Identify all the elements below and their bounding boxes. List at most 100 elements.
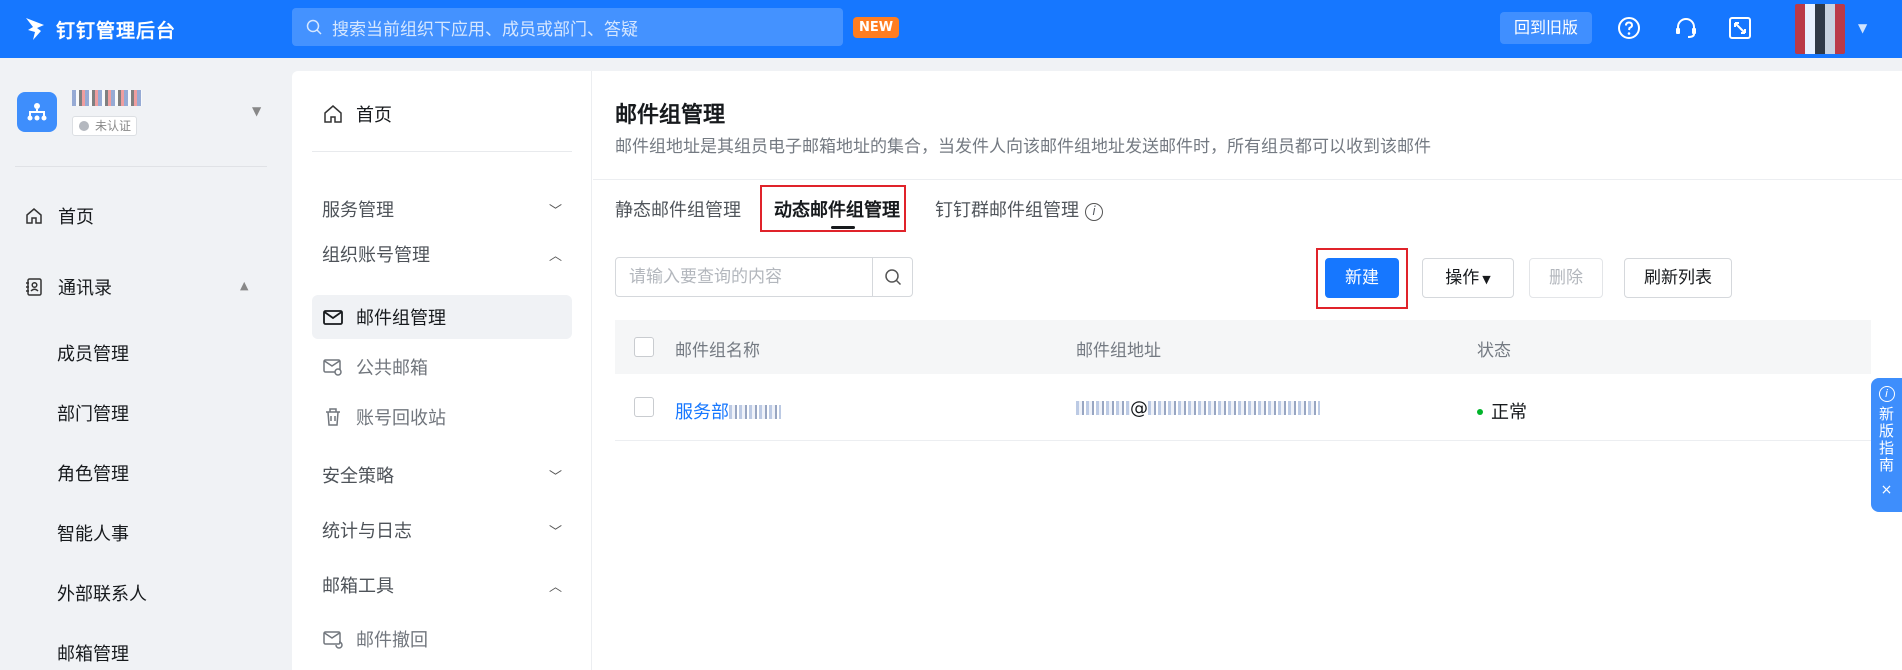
org-structure-icon — [27, 103, 47, 121]
nav-item-home[interactable]: 首页 — [24, 200, 94, 232]
brand-title: 钉钉管理后台 — [56, 19, 177, 42]
table-row: 服务部 @ 正常 — [615, 374, 1871, 441]
top-bar: 钉钉管理后台 搜索当前组织下应用、成员或部门、答疑 NEW 回到旧版 ▼ — [0, 0, 1902, 58]
nav-sub-departments[interactable]: 部门管理 — [57, 400, 129, 426]
sub-nav-home[interactable]: 首页 — [322, 101, 392, 127]
nav-divider — [15, 166, 267, 167]
sub-group-label: 安全策略 — [322, 466, 394, 487]
home-icon — [26, 208, 42, 224]
chevron-down-icon: ▼ — [1482, 273, 1491, 286]
mailbox-sub-navigation: 首页 服务管理 ﹀ 组织账号管理 ︿ 邮件组管理 公共邮箱 账号回收站 安全策略… — [292, 71, 592, 670]
chevron-down-icon: ﹀ — [548, 203, 562, 219]
chevron-up-icon: ︿ — [548, 248, 562, 264]
tab-label: 钉钉群邮件组管理 — [935, 200, 1079, 221]
nav-sub-smart-hr[interactable]: 智能人事 — [57, 520, 129, 546]
nav-item-contacts[interactable]: 通讯录 — [24, 271, 112, 303]
sub-group-label: 邮箱工具 — [322, 576, 394, 597]
sub-group-stats[interactable]: 统计与日志 ﹀ — [322, 517, 562, 543]
operate-dropdown-button[interactable]: 操作 ▼ — [1422, 258, 1514, 298]
sub-group-service[interactable]: 服务管理 ﹀ — [322, 196, 562, 222]
close-icon[interactable]: × — [1871, 482, 1902, 499]
sub-item-mail-group[interactable]: 邮件组管理 — [312, 295, 572, 339]
back-to-old-version-button[interactable]: 回到旧版 — [1500, 12, 1592, 44]
sub-nav-home-label: 首页 — [356, 105, 392, 126]
page-title: 邮件组管理 — [615, 103, 726, 128]
operate-label: 操作 — [1445, 268, 1480, 288]
sub-group-label: 统计与日志 — [322, 521, 412, 542]
nav-sub-members[interactable]: 成员管理 — [57, 340, 129, 366]
at-sign: @ — [1130, 398, 1148, 419]
guide-label-4: 南 — [1878, 456, 1894, 474]
mail-group-name: 服务部 — [675, 402, 729, 423]
mail-icon — [323, 310, 343, 325]
org-switch-chevron-icon[interactable]: ▼ — [252, 104, 261, 118]
column-header-status: 状态 — [1477, 341, 1511, 361]
sub-nav-divider — [312, 151, 572, 152]
dingtalk-logo-icon — [26, 18, 44, 40]
chevron-down-icon: ﹀ — [548, 524, 562, 540]
global-search[interactable]: 搜索当前组织下应用、成员或部门、答疑 — [292, 8, 843, 46]
tab-static-mail-group[interactable]: 静态邮件组管理 — [615, 196, 741, 222]
content-divider — [593, 179, 1902, 180]
org-name-redacted — [72, 90, 142, 106]
user-avatar[interactable] — [1795, 4, 1845, 54]
mail-group-status: 正常 — [1477, 398, 1527, 424]
page-description: 邮件组地址是其组员电子邮箱地址的集合，当发件人向该邮件组地址发送邮件时，所有组员… — [615, 137, 1431, 157]
dingtalk-logo[interactable]: 钉钉管理后台 — [24, 14, 176, 44]
redacted-name — [729, 405, 781, 419]
sub-item-label: 邮件撤回 — [356, 630, 428, 651]
status-dot — [1477, 409, 1483, 415]
collapse-up-icon[interactable]: ▲ — [240, 279, 248, 292]
table-header: 邮件组名称 邮件组地址 状态 — [615, 320, 1871, 374]
home-icon — [324, 105, 342, 123]
nav-sub-mailbox[interactable]: 邮箱管理 — [57, 640, 129, 666]
select-all-checkbox[interactable] — [634, 337, 654, 357]
guide-label-3: 指 — [1878, 439, 1894, 457]
query-input[interactable] — [616, 258, 873, 296]
sub-item-label: 账号回收站 — [356, 408, 446, 429]
sub-group-label: 服务管理 — [322, 200, 394, 221]
mail-group-content: 邮件组管理 邮件组地址是其组员电子邮箱地址的集合，当发件人向该邮件组地址发送邮件… — [593, 71, 1902, 670]
sub-item-public-mailbox[interactable]: 公共邮箱 — [312, 345, 572, 389]
chevron-down-icon[interactable]: ▼ — [1858, 21, 1867, 35]
chevron-down-icon: ﹀ — [548, 469, 562, 485]
nav-sub-external-contacts[interactable]: 外部联系人 — [57, 580, 147, 606]
delete-button[interactable]: 删除 — [1529, 258, 1603, 298]
org-avatar[interactable] — [17, 92, 57, 132]
sub-item-label: 公共邮箱 — [356, 358, 428, 379]
sub-group-security[interactable]: 安全策略 ﹀ — [322, 462, 562, 488]
customer-service-icon[interactable] — [1673, 15, 1699, 41]
public-mailbox-icon — [323, 359, 342, 376]
tab-dingtalk-group-mail[interactable]: 钉钉群邮件组管理 i — [935, 196, 1103, 222]
sub-group-org-account[interactable]: 组织账号管理 ︿ — [322, 241, 562, 267]
query-input-group — [615, 257, 913, 297]
guide-label-1: 新 — [1878, 405, 1894, 423]
row-checkbox[interactable] — [634, 397, 654, 417]
sub-group-mail-tools[interactable]: 邮箱工具 ︿ — [322, 572, 562, 598]
redacted-local-part — [1076, 401, 1130, 415]
column-header-address: 邮件组地址 — [1076, 341, 1161, 361]
nav-sub-roles[interactable]: 角色管理 — [57, 460, 129, 486]
sub-item-mail-recall[interactable]: 邮件撤回 — [312, 617, 572, 661]
unverified-badge: 未认证 — [72, 116, 138, 136]
search-icon — [884, 269, 901, 286]
fullscreen-icon[interactable] — [1727, 15, 1753, 41]
sub-group-label: 组织账号管理 — [322, 245, 430, 266]
status-label: 正常 — [1491, 402, 1527, 423]
search-icon — [306, 19, 322, 35]
highlight-box-create — [1316, 248, 1408, 309]
query-search-button[interactable] — [872, 258, 912, 296]
refresh-list-button[interactable]: 刷新列表 — [1624, 258, 1732, 298]
sub-item-recycle-bin[interactable]: 账号回收站 — [312, 395, 572, 439]
global-search-placeholder: 搜索当前组织下应用、成员或部门、答疑 — [332, 19, 638, 40]
highlight-box-tab — [760, 185, 906, 232]
help-icon[interactable] — [1616, 15, 1642, 41]
new-version-guide[interactable]: i 新 版 指 南 × — [1871, 378, 1902, 512]
mail-group-name-link[interactable]: 服务部 — [675, 398, 781, 424]
contacts-icon — [26, 278, 42, 296]
main-panel: 首页 服务管理 ﹀ 组织账号管理 ︿ 邮件组管理 公共邮箱 账号回收站 安全策略… — [292, 71, 1902, 670]
info-icon[interactable]: i — [1085, 203, 1103, 221]
nav-item-label: 首页 — [58, 207, 94, 228]
nav-item-label: 通讯录 — [58, 278, 112, 299]
info-icon: i — [1878, 386, 1895, 402]
